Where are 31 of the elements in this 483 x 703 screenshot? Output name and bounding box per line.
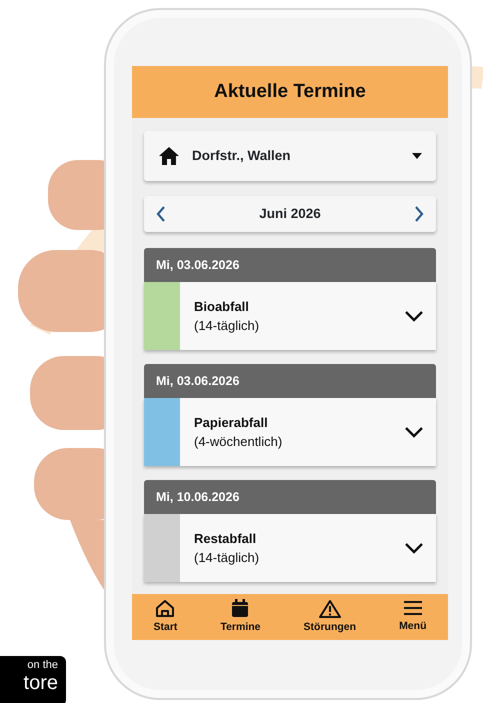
date-header: Mi, 03.06.2026 (144, 364, 436, 398)
calendar-icon (231, 598, 250, 618)
waste-type: Papierabfall (194, 414, 269, 432)
dropdown-caret-icon (412, 153, 422, 159)
screen-title: Aktuelle Termine (132, 66, 448, 118)
chevron-down-icon[interactable] (404, 426, 424, 438)
menu-icon (402, 599, 423, 618)
warning-icon (318, 598, 341, 618)
waste-type: Restabfall (194, 530, 258, 548)
month-label: Juni 2026 (259, 204, 321, 223)
date-header: Mi, 10.06.2026 (144, 480, 436, 514)
waste-type: Bioabfall (194, 298, 250, 316)
pickup-interval: (14-täglich) (194, 549, 260, 567)
pickup-card[interactable]: Papierabfall (4-wöchentlich) (144, 398, 436, 466)
chevron-down-icon[interactable] (404, 542, 424, 554)
previous-month-icon[interactable] (156, 206, 166, 222)
pickup-card[interactable]: Restabfall (14-täglich) (144, 514, 436, 582)
nav-tab[interactable]: Menü (399, 599, 426, 635)
nav-tab[interactable]: Termine (220, 598, 261, 636)
date-header: Mi, 03.06.2026 (144, 248, 436, 282)
pickup-interval: (14-täglich) (194, 317, 260, 335)
home-icon (155, 598, 176, 618)
store-badge[interactable]: on the tore (0, 656, 66, 703)
nav-tab[interactable]: Start (154, 598, 178, 636)
location-dropdown[interactable]: Dorfstr., Wallen (144, 131, 436, 181)
home-icon (158, 146, 180, 166)
nav-tab[interactable]: Störungen (304, 598, 356, 636)
chevron-down-icon[interactable] (404, 310, 424, 322)
pickup-interval: (4-wöchentlich) (194, 433, 284, 451)
next-month-icon[interactable] (414, 206, 424, 222)
pickup-card[interactable]: Bioabfall (14-täglich) (144, 282, 436, 350)
